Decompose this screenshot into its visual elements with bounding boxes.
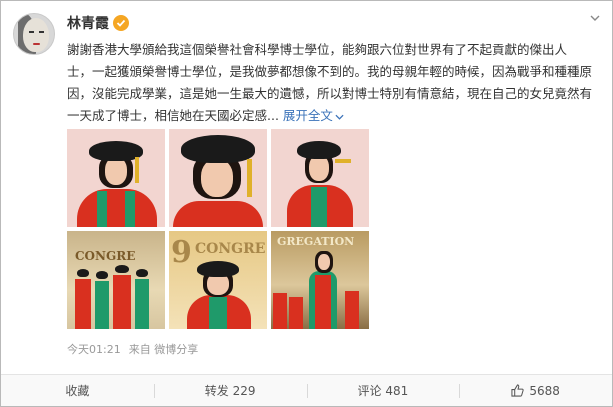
- banner-text: CONGRE: [195, 241, 266, 257]
- post-text-line-last: 一天成了博士，相信她在天國必定感... 展开全文: [67, 105, 587, 127]
- robe-red-shape: [315, 275, 331, 329]
- expand-label: 展开全文: [282, 108, 333, 123]
- face-shape: [105, 157, 127, 185]
- doctoral-hat-shape: [197, 261, 239, 277]
- favorite-label: 收藏: [65, 384, 90, 398]
- post-text-line: 因，沒能完成學業，這是她一生最大的遺憾，所以對博士特別有情意結，現在自己的女兒竟…: [67, 86, 593, 101]
- like-count: 5688: [529, 383, 560, 398]
- banner-text: CONGRE: [75, 249, 136, 263]
- robe-red-shape: [345, 291, 359, 329]
- author-row: 林青霞: [67, 13, 129, 33]
- weibo-post-card: 林青霞 謝謝香港大學頒給我這個榮譽社會科學博士學位，能夠跟六位對世界有了不起貢獻…: [0, 0, 613, 407]
- tassel-shape: [135, 157, 139, 183]
- post-body-text: 謝謝香港大學頒給我這個榮譽社會科學博士學位，能夠跟六位對世界有了不起貢獻的傑出人…: [67, 39, 593, 127]
- robe-red-shape: [273, 293, 287, 329]
- robe-red-shape: [113, 275, 131, 329]
- banner-text: GREGATION: [277, 235, 355, 248]
- post-meta: 今天01:21 来自 微博分享: [67, 341, 198, 357]
- avatar-eye-right: [39, 31, 44, 33]
- comment-label: 评论 481: [357, 384, 409, 398]
- photo-thumbnail[interactable]: CONGRE: [67, 231, 165, 329]
- repost-button[interactable]: 转发 229: [153, 375, 307, 406]
- robe-green-stripe: [95, 281, 109, 329]
- photo-gallery: CONGRE 9 CONGRE GREGATION: [67, 129, 369, 329]
- post-text-line: 士，一起獲頒榮譽博士學位，是我做夢都想像不到的。我的母親年輕的時候，因為戰爭和種…: [67, 64, 593, 79]
- comment-button[interactable]: 评论 481: [306, 375, 460, 406]
- avatar-lips: [33, 43, 40, 45]
- expand-full-text-link[interactable]: 展开全文: [283, 108, 344, 123]
- robe-green-stripe: [311, 187, 327, 227]
- robe-green-stripe: [209, 297, 227, 329]
- face-shape: [318, 254, 330, 270]
- avatar-eye-left: [29, 31, 34, 33]
- post-text-line: 一天成了博士，相信她在天國必定感: [67, 108, 268, 123]
- photo-thumbnail[interactable]: [67, 129, 165, 227]
- doctoral-hat-shape: [181, 135, 255, 163]
- doctoral-hat-shape: [136, 269, 148, 277]
- banner-number: 9: [171, 235, 192, 270]
- tassel-shape: [335, 159, 351, 163]
- post-source[interactable]: 来自 微博分享: [129, 341, 199, 357]
- doctoral-hat-shape: [115, 265, 129, 273]
- robe-red-shape: [75, 279, 91, 329]
- post-action-bar: 收藏 转发 229 评论 481 5688: [1, 374, 612, 406]
- photo-thumbnail[interactable]: 9 CONGRE: [169, 231, 267, 329]
- photo-thumbnail[interactable]: [169, 129, 267, 227]
- repost-label: 转发 229: [204, 384, 256, 398]
- post-text-line: 謝謝香港大學頒給我這個榮譽社會科學博士學位，能夠跟六位對世界有了不起貢獻的傑出人: [67, 42, 568, 57]
- photo-thumbnail[interactable]: [271, 129, 369, 227]
- chevron-down-icon: [335, 114, 344, 120]
- verified-badge-icon: [113, 15, 129, 31]
- robe-red-shape: [77, 189, 157, 227]
- thumbs-up-icon: [511, 384, 525, 397]
- like-button[interactable]: 5688: [459, 375, 612, 406]
- robe-green-stripe: [97, 191, 107, 227]
- author-name[interactable]: 林青霞: [67, 13, 109, 33]
- post-menu-chevron-icon[interactable]: [590, 13, 600, 23]
- avatar-face-shape: [23, 18, 49, 52]
- robe-red-shape: [289, 297, 303, 329]
- doctoral-hat-shape: [77, 269, 89, 277]
- post-timestamp[interactable]: 今天01:21: [67, 341, 121, 357]
- favorite-button[interactable]: 收藏: [1, 375, 154, 406]
- checkmark-icon: [116, 19, 126, 27]
- tassel-shape: [247, 159, 252, 197]
- robe-green-stripe: [135, 279, 149, 329]
- robe-green-stripe: [125, 191, 135, 227]
- robe-red-shape: [173, 201, 263, 227]
- doctoral-hat-shape: [297, 141, 341, 159]
- doctoral-hat-shape: [96, 271, 108, 279]
- author-avatar[interactable]: [13, 13, 55, 55]
- photo-thumbnail[interactable]: GREGATION: [271, 231, 369, 329]
- face-shape: [201, 159, 233, 197]
